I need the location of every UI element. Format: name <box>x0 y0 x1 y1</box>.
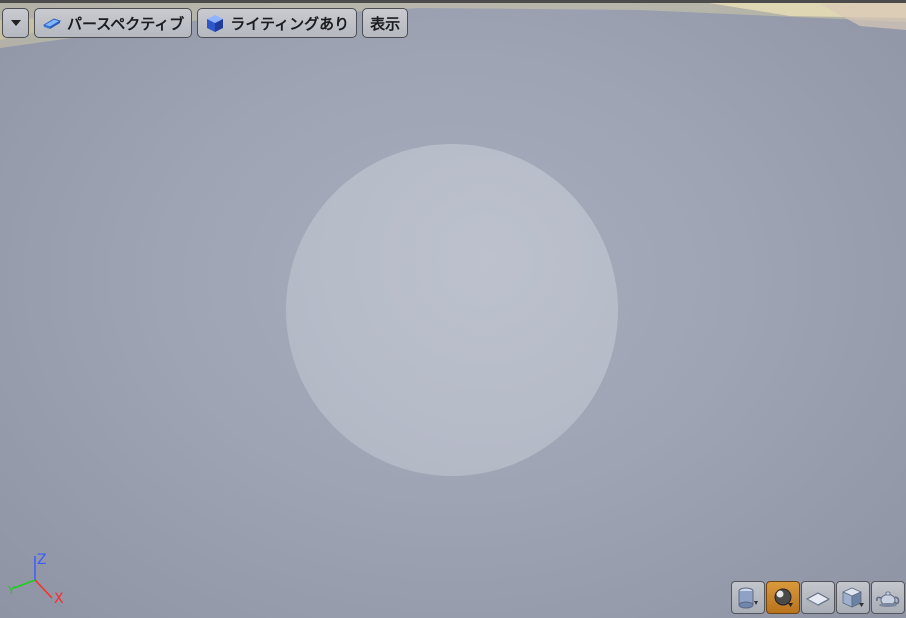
sphere-mesh-button[interactable] <box>766 581 800 614</box>
cube-mesh-button[interactable] <box>836 581 870 614</box>
chevron-down-icon <box>10 20 21 26</box>
perspective-button[interactable]: パースペクティブ <box>34 8 193 38</box>
show-label: 表示 <box>370 14 401 33</box>
lit-cube-icon <box>205 13 225 33</box>
perspective-icon <box>42 15 62 31</box>
teapot-mesh-button[interactable] <box>871 581 905 614</box>
teapot-icon <box>876 591 900 607</box>
axis-x-label: X <box>54 591 64 607</box>
preview-mesh-toolbar <box>731 581 905 614</box>
cylinder-mesh-button[interactable] <box>731 581 765 614</box>
plane-icon <box>805 591 831 606</box>
show-button[interactable]: 表示 <box>362 8 409 38</box>
cube-icon <box>842 587 864 608</box>
preview-sphere <box>286 144 618 476</box>
lighting-mode-label: ライティングあり <box>230 14 350 33</box>
cylinder-icon <box>738 587 758 608</box>
viewport-options-button[interactable] <box>2 8 29 38</box>
sphere-icon <box>774 588 793 607</box>
axis-y-label: Y <box>8 584 15 597</box>
lighting-mode-button[interactable]: ライティングあり <box>197 8 358 38</box>
top-border <box>0 0 906 3</box>
material-preview-viewport[interactable]: パースペクティブ ライティングあり 表示 Z X Y <box>0 0 906 618</box>
viewport-toolbar: パースペクティブ ライティングあり 表示 <box>2 8 409 38</box>
perspective-label: パースペクティブ <box>67 14 185 33</box>
axis-z-label: Z <box>37 552 47 568</box>
plane-mesh-button[interactable] <box>801 581 835 614</box>
axis-gizmo: Z X Y <box>0 548 80 614</box>
